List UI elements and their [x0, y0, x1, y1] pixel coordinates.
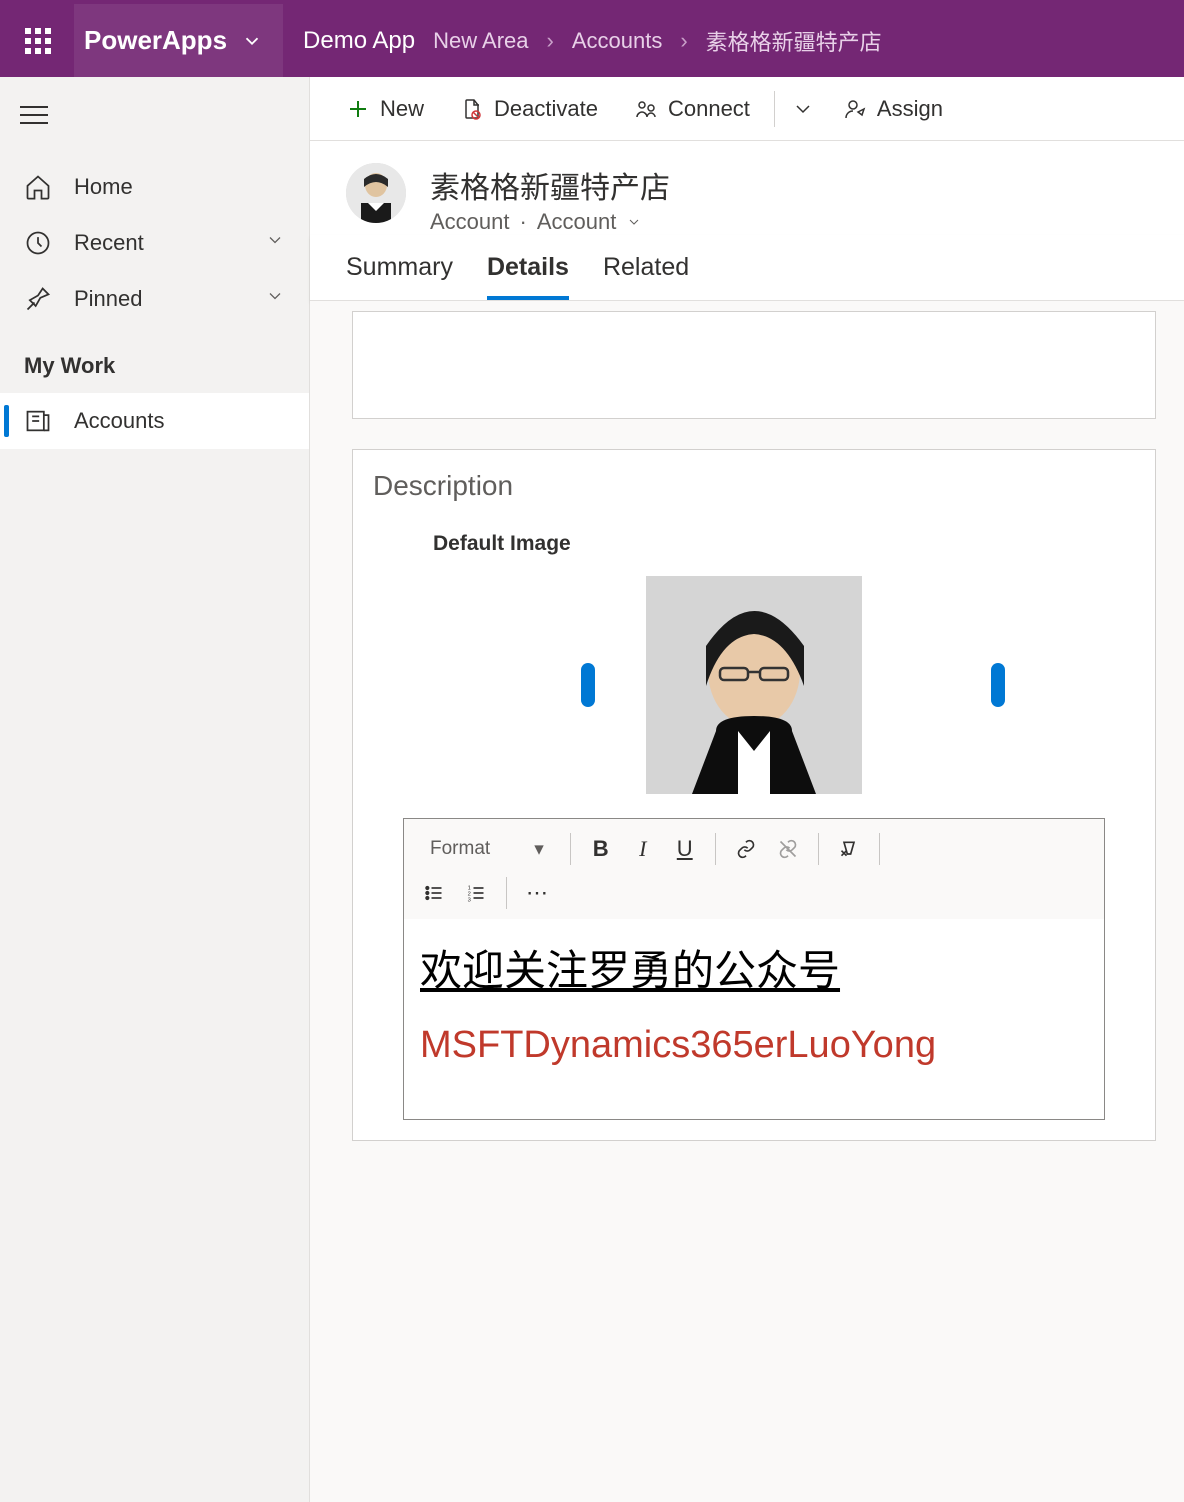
sidebar-item-label: Home [74, 174, 133, 200]
connect-button[interactable]: Connect [616, 77, 768, 140]
tab-summary[interactable]: Summary [346, 253, 453, 300]
avatar[interactable] [346, 163, 406, 223]
sidebar-item-label: Recent [74, 230, 144, 256]
tab-related[interactable]: Related [603, 253, 689, 300]
chevron-right-icon: › [547, 28, 554, 54]
chevron-down-icon [791, 97, 815, 121]
app-switcher[interactable]: PowerApps [74, 4, 283, 77]
chevron-down-icon [241, 30, 263, 52]
bullet-list-button[interactable] [416, 875, 452, 911]
separator [774, 91, 775, 127]
connect-dropdown[interactable] [781, 77, 825, 140]
tab-details[interactable]: Details [487, 253, 569, 300]
more-button[interactable]: ⋯ [519, 875, 555, 911]
italic-button[interactable]: I [625, 831, 661, 867]
new-button[interactable]: New [328, 77, 442, 140]
hamburger-icon[interactable] [20, 95, 60, 135]
sidebar-item-home[interactable]: Home [0, 159, 309, 215]
assign-icon [843, 97, 867, 121]
clear-format-button[interactable] [831, 831, 867, 867]
resize-handle-left[interactable] [581, 663, 595, 707]
link-button[interactable] [728, 831, 764, 867]
sidebar-item-label: Pinned [74, 286, 143, 312]
app-launcher-icon[interactable] [20, 23, 56, 59]
caret-down-icon: ▾ [534, 838, 544, 861]
description-section: Description Default Image [352, 449, 1156, 1141]
image-field[interactable] [373, 576, 1135, 794]
form-content: Description Default Image [310, 301, 1184, 1502]
default-image[interactable] [646, 576, 862, 794]
pin-icon [24, 285, 52, 313]
plus-icon [346, 97, 370, 121]
format-dropdown[interactable]: Format ▾ [416, 838, 558, 861]
cmd-label: New [380, 96, 424, 122]
rte-toolbar: Format ▾ B I U [404, 819, 1104, 919]
sidebar: Home Recent Pinned My Work Accou [0, 77, 310, 1502]
section-title: Description [373, 470, 1135, 502]
svg-text:3: 3 [468, 897, 471, 903]
chevron-down-icon[interactable] [626, 214, 642, 230]
clock-icon [24, 229, 52, 257]
record-header: 素格格新疆特产店 Account · Account [310, 141, 1184, 235]
breadcrumb-entity[interactable]: Accounts [572, 28, 663, 54]
chevron-right-icon: › [680, 28, 687, 54]
cmd-label: Assign [877, 96, 943, 122]
accounts-icon [24, 407, 52, 435]
breadcrumb-record: 素格格新疆特产店 [706, 25, 882, 57]
tabs: Summary Details Related [310, 235, 1184, 301]
chevron-down-icon [265, 286, 285, 312]
nav-bar: PowerApps Demo App New Area › Accounts ›… [0, 4, 1184, 77]
rich-text-editor[interactable]: Format ▾ B I U [403, 818, 1105, 1120]
resize-handle-right[interactable] [991, 663, 1005, 707]
cmd-label: Deactivate [494, 96, 598, 122]
deactivate-button[interactable]: Deactivate [442, 77, 616, 140]
number-list-button[interactable]: 123 [458, 875, 494, 911]
home-icon [24, 173, 52, 201]
sidebar-item-pinned[interactable]: Pinned [0, 271, 309, 327]
sidebar-section-label: My Work [0, 327, 309, 393]
empty-card [352, 311, 1156, 419]
sidebar-item-label: Accounts [74, 408, 165, 434]
field-label: Default Image [433, 532, 1135, 556]
chevron-down-icon [265, 230, 285, 256]
bold-button[interactable]: B [583, 831, 619, 867]
record-title: 素格格新疆特产店 [430, 163, 1148, 207]
assign-button[interactable]: Assign [825, 77, 961, 140]
deactivate-icon [460, 97, 484, 121]
cmd-label: Connect [668, 96, 750, 122]
record-subtitle: Account · Account [430, 209, 1148, 235]
breadcrumb-area[interactable]: New Area [433, 28, 528, 54]
command-bar: New Deactivate Connect [310, 77, 1184, 141]
sidebar-item-accounts[interactable]: Accounts [0, 393, 309, 449]
rte-heading: 欢迎关注罗勇的公众号 [420, 937, 1088, 998]
breadcrumb-app[interactable]: Demo App [303, 27, 415, 55]
app-title: PowerApps [84, 25, 227, 56]
unlink-button[interactable] [770, 831, 806, 867]
rte-content[interactable]: 欢迎关注罗勇的公众号 MSFTDynamics365erLuoYong [404, 919, 1104, 1119]
breadcrumb: Demo App New Area › Accounts › 素格格新疆特产店 [303, 25, 882, 57]
rte-text: MSFTDynamics365erLuoYong [420, 1024, 1088, 1067]
connect-icon [634, 97, 658, 121]
sidebar-item-recent[interactable]: Recent [0, 215, 309, 271]
underline-button[interactable]: U [667, 831, 703, 867]
